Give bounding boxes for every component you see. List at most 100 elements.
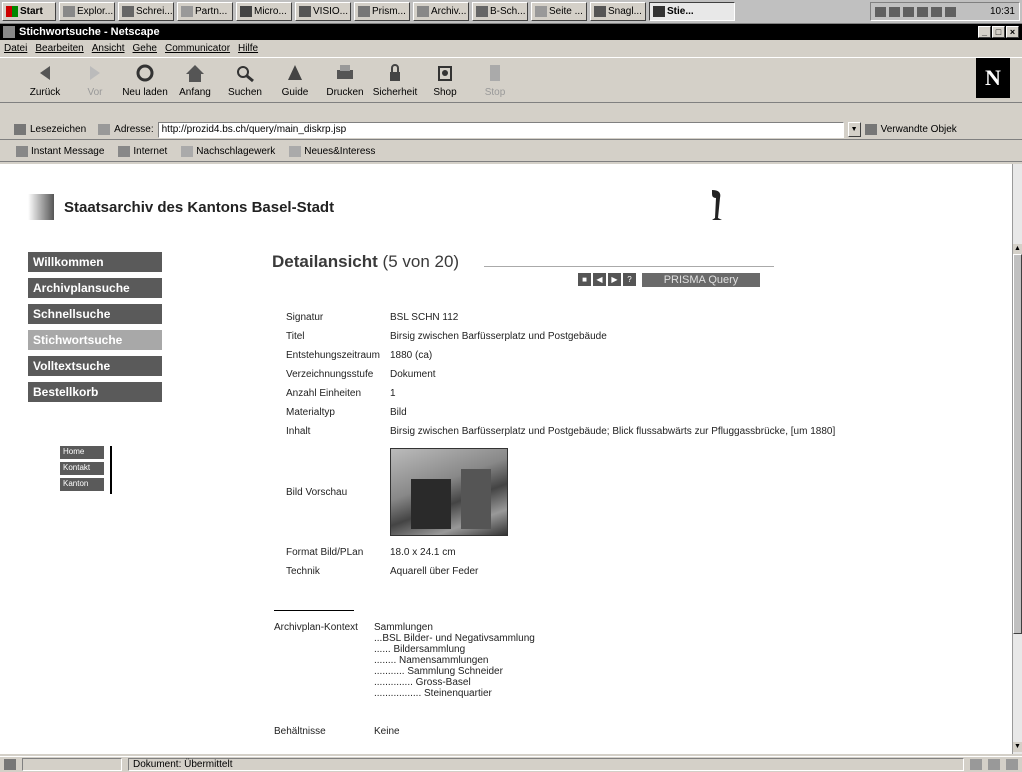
scrollbar-thumb[interactable] bbox=[1013, 254, 1022, 634]
field-label: Verzeichnungsstufe bbox=[286, 369, 374, 380]
context-item[interactable]: ........... Sammlung Schneider bbox=[374, 666, 535, 677]
stop-icon bbox=[490, 65, 500, 81]
address-input[interactable] bbox=[157, 121, 844, 138]
forward-button[interactable]: Vor bbox=[70, 62, 120, 98]
location-icon bbox=[98, 124, 111, 135]
internet-link[interactable]: Internet bbox=[118, 146, 167, 157]
composer-icon[interactable] bbox=[1006, 759, 1018, 770]
link-label: Nachschlagewerk bbox=[196, 146, 276, 157]
word-icon bbox=[240, 6, 252, 17]
menu-gehe[interactable]: Gehe bbox=[133, 43, 157, 54]
speaker-icon[interactable] bbox=[875, 6, 886, 17]
neues-link[interactable]: Neues&Interess bbox=[289, 146, 375, 157]
component-bar-icon[interactable] bbox=[970, 759, 982, 770]
field-row: Titel Birsig zwischen Barfüsserplatz und … bbox=[286, 327, 835, 346]
guide-button[interactable]: Guide bbox=[270, 62, 320, 98]
menu-bearbeiten[interactable]: Bearbeiten bbox=[35, 43, 83, 54]
shield-icon[interactable] bbox=[903, 6, 914, 17]
security-button[interactable]: Sicherheit bbox=[370, 62, 420, 98]
menu-communicator[interactable]: Communicator bbox=[165, 43, 230, 54]
context-item[interactable]: ................. Steinenquartier bbox=[374, 688, 535, 699]
pencil-icon[interactable] bbox=[945, 6, 956, 17]
nav-willkommen[interactable]: Willkommen bbox=[28, 252, 162, 272]
taskbar-item-word[interactable]: Micro... bbox=[236, 2, 292, 21]
context-item[interactable]: .............. Gross-Basel bbox=[374, 677, 535, 688]
stop-button[interactable]: Stop bbox=[470, 62, 520, 98]
maximize-button[interactable]: □ bbox=[992, 26, 1005, 38]
search-button[interactable]: Suchen bbox=[220, 62, 270, 98]
status-text-box: Dokument: Übermittelt bbox=[128, 758, 964, 771]
taskbar-item-prisma[interactable]: Prism... bbox=[354, 2, 410, 21]
previous-record-button[interactable]: ◀ bbox=[593, 273, 606, 286]
prisma-query-button[interactable]: PRISMA Query bbox=[642, 273, 760, 287]
task-label: Prism... bbox=[372, 6, 406, 17]
forward-label: Vor bbox=[87, 87, 103, 98]
field-value: Aquarell über Feder bbox=[390, 566, 479, 577]
app-icon bbox=[3, 26, 15, 38]
lock-icon bbox=[390, 64, 400, 81]
scroll-up-arrow-icon[interactable]: ▲ bbox=[1013, 244, 1022, 254]
nav-bestellkorb[interactable]: Bestellkorb bbox=[28, 382, 162, 402]
mail-icon[interactable] bbox=[988, 759, 1000, 770]
context-item[interactable]: Sammlungen bbox=[374, 622, 535, 633]
taskbar-item-partner[interactable]: Partn... bbox=[177, 2, 233, 21]
close-button[interactable]: × bbox=[1006, 26, 1019, 38]
taskbar-item-snagit[interactable]: Snagl... bbox=[590, 2, 646, 21]
first-record-button[interactable]: ■ bbox=[578, 273, 591, 286]
related-icon bbox=[864, 124, 877, 135]
taskbar-item-seite[interactable]: Seite ... bbox=[531, 2, 587, 21]
nav-archivplansuche[interactable]: Archivplansuche bbox=[28, 278, 162, 298]
taskbar-item-stichwortsuche[interactable]: Stie... bbox=[649, 2, 735, 21]
site-title: Staatsarchiv des Kantons Basel-Stadt bbox=[64, 198, 335, 216]
related-button[interactable]: Verwandte Objek bbox=[881, 124, 957, 135]
archive-icon bbox=[417, 6, 429, 17]
address-dropdown-button[interactable]: ▼ bbox=[847, 122, 861, 137]
security-status-icon[interactable] bbox=[4, 759, 16, 770]
menu-hilfe[interactable]: Hilfe bbox=[238, 43, 258, 54]
reload-button[interactable]: Neu laden bbox=[120, 62, 170, 98]
home-link[interactable]: Home bbox=[60, 446, 104, 459]
help-button[interactable]: ? bbox=[623, 273, 636, 286]
window-title-bar[interactable]: Stichwortsuche - Netscape _ □ × bbox=[0, 24, 1022, 40]
snagit-icon bbox=[594, 6, 606, 17]
vertical-scrollbar[interactable]: ▲ ▼ bbox=[1012, 164, 1022, 754]
shop-button[interactable]: Shop bbox=[420, 62, 470, 98]
context-item[interactable]: ...... Bildersammlung bbox=[374, 644, 535, 655]
instant-message-link[interactable]: Instant Message bbox=[16, 146, 104, 157]
context-item[interactable]: ...BSL Bilder- und Negativsammlung bbox=[374, 633, 535, 644]
field-label: Inhalt bbox=[286, 426, 311, 437]
menu-ansicht[interactable]: Ansicht bbox=[92, 43, 125, 54]
context-item[interactable]: ........ Namensammlungen bbox=[374, 655, 535, 666]
network-icon[interactable] bbox=[889, 6, 900, 17]
scroll-down-arrow-icon[interactable]: ▼ bbox=[1013, 742, 1022, 752]
bookmarks-button[interactable]: Lesezeichen bbox=[30, 124, 86, 135]
personal-toolbar: Instant Message Internet Nachschlagewerk… bbox=[0, 142, 1022, 162]
kontakt-link[interactable]: Kontakt bbox=[60, 462, 104, 475]
home-button[interactable]: Anfang bbox=[170, 62, 220, 98]
netscape-logo[interactable]: N bbox=[976, 58, 1010, 98]
taskbar-item-writer[interactable]: Schrei... bbox=[118, 2, 174, 21]
kanton-link[interactable]: Kanton bbox=[60, 478, 104, 491]
minimize-button[interactable]: _ bbox=[978, 26, 991, 38]
taskbar-item-visio[interactable]: VISIO... bbox=[295, 2, 351, 21]
start-button[interactable]: Start bbox=[2, 2, 56, 21]
nav-schnellsuche[interactable]: Schnellsuche bbox=[28, 304, 162, 324]
field-label: Technik bbox=[286, 566, 320, 577]
menu-bar: Datei Bearbeiten Ansicht Gehe Communicat… bbox=[0, 40, 1022, 56]
menu-datei[interactable]: Datei bbox=[4, 43, 27, 54]
next-record-button[interactable]: ▶ bbox=[608, 273, 621, 286]
print-button[interactable]: Drucken bbox=[320, 62, 370, 98]
user-icon[interactable] bbox=[917, 6, 928, 17]
nav-stichwortsuche[interactable]: Stichwortsuche bbox=[28, 330, 162, 350]
security-label: Sicherheit bbox=[372, 87, 418, 98]
image-preview-thumbnail[interactable] bbox=[390, 448, 508, 536]
back-button[interactable]: Zurück bbox=[20, 62, 70, 98]
taskbar-item-explorer[interactable]: Explor... bbox=[59, 2, 115, 21]
taskbar-item-bsch[interactable]: B-Sch... bbox=[472, 2, 528, 21]
nav-volltextsuche[interactable]: Volltextsuche bbox=[28, 356, 162, 376]
heart-icon[interactable] bbox=[931, 6, 942, 17]
link-label: Internet bbox=[133, 146, 168, 157]
taskbar-item-archiv[interactable]: Archiv... bbox=[413, 2, 469, 21]
location-bar: Lesezeichen Adresse: ▼ Verwandte Objek bbox=[0, 120, 1022, 140]
nachschlagewerk-link[interactable]: Nachschlagewerk bbox=[181, 146, 275, 157]
